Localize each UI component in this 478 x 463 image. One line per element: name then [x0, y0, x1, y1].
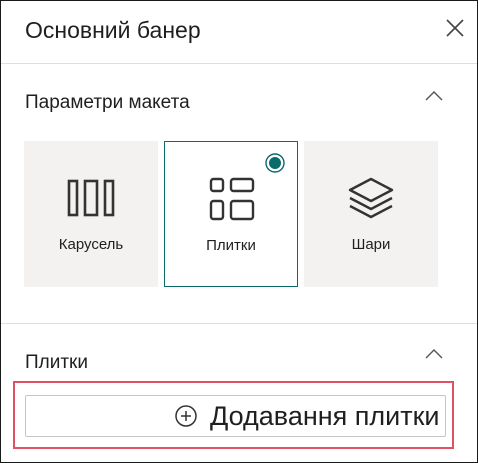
- chevron-up-icon: [425, 349, 443, 359]
- add-tile-label: Додавання плитки: [210, 401, 440, 431]
- banner-settings-panel: Основний банер Параметри макета Карусель: [0, 0, 478, 463]
- carousel-icon: [67, 179, 115, 217]
- layout-option-label: Плитки: [206, 237, 256, 254]
- tiles-icon: [209, 177, 255, 221]
- tiles-section-collapse-button[interactable]: [423, 347, 445, 361]
- section-divider: [1, 323, 477, 324]
- layout-option-label: Шари: [351, 236, 391, 253]
- layout-section-title: Параметри макета: [25, 92, 190, 113]
- close-button[interactable]: [442, 15, 468, 41]
- header-divider: [1, 63, 477, 64]
- tiles-section-title: Плитки: [25, 352, 88, 373]
- chevron-up-icon: [425, 91, 443, 101]
- add-circle-icon: [175, 405, 197, 427]
- add-tile-button[interactable]: Додавання плитки: [25, 395, 446, 437]
- selected-radio-icon: [265, 153, 285, 173]
- layout-section-collapse-button[interactable]: [423, 89, 445, 103]
- layout-option-label: Карусель: [58, 236, 124, 253]
- panel-header: Основний банер: [1, 1, 477, 63]
- layout-option-tiles[interactable]: Плитки: [164, 141, 298, 287]
- layout-option-carousel[interactable]: Карусель: [24, 141, 158, 287]
- panel-title: Основний банер: [25, 17, 201, 43]
- close-icon: [446, 19, 464, 37]
- layers-icon: [348, 177, 394, 219]
- layout-option-layers[interactable]: Шари: [304, 141, 438, 287]
